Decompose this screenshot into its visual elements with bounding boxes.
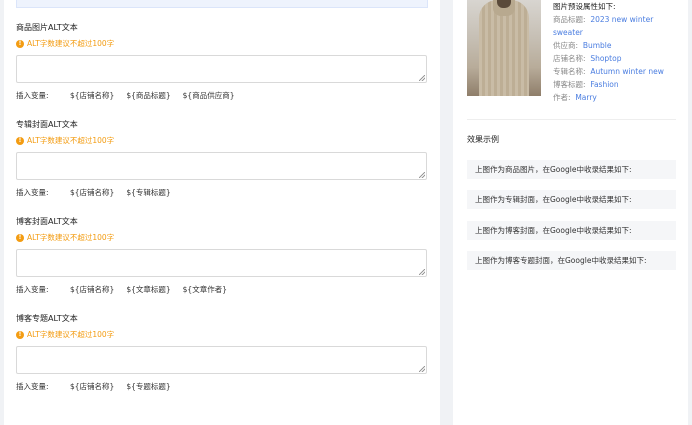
section-title: 专辑封面ALT文本 bbox=[16, 120, 78, 129]
var-store-name[interactable]: ${店铺名称} bbox=[70, 285, 114, 295]
blog-topic-alt-input[interactable] bbox=[16, 346, 427, 374]
example-item: 上图作为博客专题封面，在Google中收录结果如下: bbox=[467, 251, 676, 270]
example-item: 上图作为商品图片，在Google中收录结果如下: bbox=[467, 160, 676, 179]
vars-label: 插入变量: bbox=[16, 285, 49, 294]
attr-key: 作者: bbox=[553, 93, 571, 102]
alt-tip: ! ALT字数建议不超过100字 bbox=[16, 39, 432, 49]
var-store-name[interactable]: ${店铺名称} bbox=[70, 188, 114, 198]
tip-text: ALT字数建议不超过100字 bbox=[27, 330, 115, 339]
attr-row: 商品标题: 2023 new winter sweater bbox=[553, 13, 683, 39]
resize-grip-icon[interactable] bbox=[419, 75, 425, 81]
attr-row: 专辑名称: Autumn winter new bbox=[553, 65, 683, 78]
vars-label: 插入变量: bbox=[16, 188, 49, 197]
alt-settings-panel: 商品图片ALT文本 ! ALT字数建议不超过100字 插入变量: ${店铺名称}… bbox=[4, 0, 440, 425]
alt-tip: ! ALT字数建议不超过100字 bbox=[16, 136, 432, 146]
blog-cover-alt-section: 博客封面ALT文本 ! ALT字数建议不超过100字 插入变量: ${店铺名称}… bbox=[16, 217, 432, 295]
attr-key: 商品标题: bbox=[553, 15, 586, 24]
warning-circle-icon: ! bbox=[16, 40, 24, 48]
insert-variables: 插入变量: ${店铺名称} ${商品标题} ${商品供应商} bbox=[16, 91, 432, 101]
album-cover-alt-section: 专辑封面ALT文本 ! ALT字数建议不超过100字 插入变量: ${店铺名称}… bbox=[16, 120, 432, 198]
blog-cover-alt-input[interactable] bbox=[16, 249, 427, 277]
var-product-title[interactable]: ${商品标题} bbox=[126, 91, 170, 101]
example-title: 效果示例 bbox=[467, 135, 499, 144]
insert-variables: 插入变量: ${店铺名称} ${专辑标题} bbox=[16, 188, 432, 198]
warning-circle-icon: ! bbox=[16, 331, 24, 339]
blog-topic-alt-section: 博客专题ALT文本 ! ALT字数建议不超过100字 插入变量: ${店铺名称}… bbox=[16, 314, 432, 392]
product-image-alt-input[interactable] bbox=[16, 55, 427, 83]
var-topic-title[interactable]: ${专题标题} bbox=[126, 382, 170, 392]
tip-text: ALT字数建议不超过100字 bbox=[27, 233, 115, 242]
var-article-author[interactable]: ${文章作者} bbox=[183, 285, 227, 295]
var-product-supplier[interactable]: ${商品供应商} bbox=[183, 91, 235, 101]
attr-key: 专辑名称: bbox=[553, 67, 586, 76]
var-album-title[interactable]: ${专辑标题} bbox=[126, 188, 170, 198]
attr-row: 店铺名称: Shoptop bbox=[553, 52, 683, 65]
section-title: 商品图片ALT文本 bbox=[16, 23, 78, 32]
attr-value: Fashion bbox=[590, 80, 619, 89]
warning-circle-icon: ! bbox=[16, 137, 24, 145]
attr-row: 供应商: Bumble bbox=[553, 39, 683, 52]
divider bbox=[467, 119, 676, 120]
attr-key: 店铺名称: bbox=[553, 54, 586, 63]
attr-row: 作者: Marry bbox=[553, 91, 683, 104]
insert-variables: 插入变量: ${店铺名称} ${文章标题} ${文章作者} bbox=[16, 285, 432, 295]
section-title: 博客封面ALT文本 bbox=[16, 217, 78, 226]
example-item: 上图作为博客封面，在Google中收录结果如下: bbox=[467, 221, 676, 240]
insert-variables: 插入变量: ${店铺名称} ${专题标题} bbox=[16, 382, 432, 392]
product-image-alt-section: 商品图片ALT文本 ! ALT字数建议不超过100字 插入变量: ${店铺名称}… bbox=[16, 23, 432, 101]
var-article-title[interactable]: ${文章标题} bbox=[126, 285, 170, 295]
var-store-name[interactable]: ${店铺名称} bbox=[70, 91, 114, 101]
section-title: 博客专题ALT文本 bbox=[16, 314, 78, 323]
attr-value: Marry bbox=[575, 93, 597, 102]
attrs-heading: 图片预设属性如下: bbox=[553, 2, 616, 11]
info-banner bbox=[16, 0, 428, 8]
resize-grip-icon[interactable] bbox=[419, 269, 425, 275]
attr-key: 博客标题: bbox=[553, 80, 586, 89]
alt-tip: ! ALT字数建议不超过100字 bbox=[16, 330, 432, 340]
example-item: 上图作为专辑封面，在Google中收录结果如下: bbox=[467, 190, 676, 209]
preview-panel: 图片预设属性如下: 商品标题: 2023 new winter sweater … bbox=[453, 0, 688, 425]
attr-value: Bumble bbox=[582, 41, 612, 50]
attr-value: Autumn winter new bbox=[590, 67, 664, 76]
attr-key: 供应商: bbox=[553, 41, 579, 50]
vars-label: 插入变量: bbox=[16, 382, 49, 391]
tip-text: ALT字数建议不超过100字 bbox=[27, 39, 115, 48]
product-preview-image bbox=[467, 0, 541, 96]
album-cover-alt-input[interactable] bbox=[16, 152, 427, 180]
resize-grip-icon[interactable] bbox=[419, 366, 425, 372]
var-store-name[interactable]: ${店铺名称} bbox=[70, 382, 114, 392]
tip-text: ALT字数建议不超过100字 bbox=[27, 136, 115, 145]
attr-value: Shoptop bbox=[590, 54, 622, 63]
alt-tip: ! ALT字数建议不超过100字 bbox=[16, 233, 432, 243]
warning-circle-icon: ! bbox=[16, 234, 24, 242]
attr-row: 博客标题: Fashion bbox=[553, 78, 683, 91]
vars-label: 插入变量: bbox=[16, 91, 49, 100]
preset-attributes: 图片预设属性如下: 商品标题: 2023 new winter sweater … bbox=[553, 0, 683, 104]
resize-grip-icon[interactable] bbox=[419, 172, 425, 178]
